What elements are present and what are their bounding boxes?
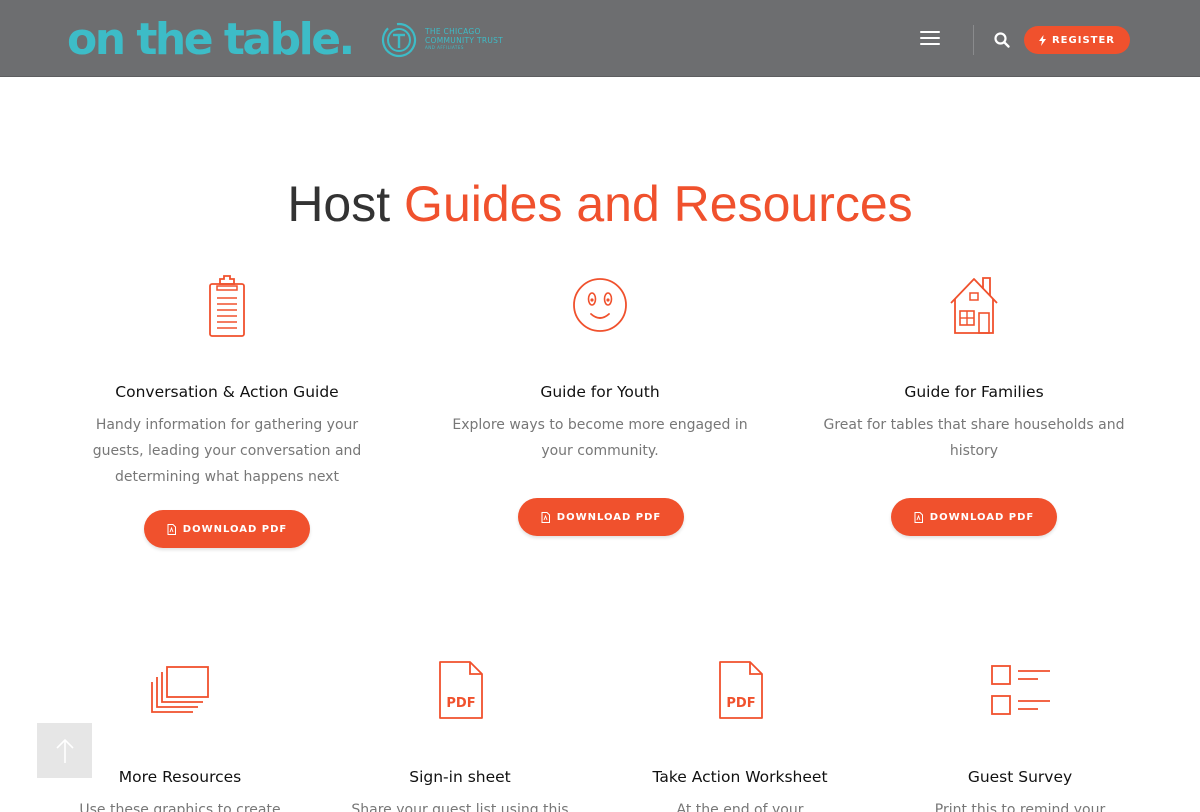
download-pdf-button[interactable]: DOWNLOAD PDF — [891, 498, 1057, 536]
back-to-top-button[interactable] — [37, 723, 92, 778]
trust-line-1: THE CHICAGO — [425, 27, 481, 36]
logo-text: on the table — [67, 14, 341, 65]
page-title-accent: Guides and Resources — [404, 176, 913, 232]
file-pdf-icon — [167, 523, 176, 535]
checklist-icon — [991, 665, 1050, 715]
register-label: REGISTER — [1051, 34, 1115, 46]
download-pdf-button[interactable]: DOWNLOAD PDF — [518, 498, 684, 536]
resource-title: Sign-in sheet — [409, 768, 511, 786]
smiley-icon — [573, 278, 627, 332]
resource-desc: Print this to remind your — [934, 802, 1106, 812]
guide-desc: Great for tables that share households a… — [823, 417, 1125, 459]
trust-line-2: COMMUNITY TRUST — [425, 36, 504, 45]
bolt-icon — [1038, 34, 1046, 46]
guide-title: Conversation & Action Guide — [115, 383, 339, 401]
pdf-file-icon: PDF — [439, 661, 483, 719]
download-pdf-button[interactable]: DOWNLOAD PDF — [144, 510, 310, 548]
guide-card-conversation — [77, 270, 377, 338]
site-logo[interactable]: on the table. — [67, 12, 356, 68]
hamburger-icon[interactable] — [920, 31, 940, 49]
trust-line-3: AND AFFILIATES — [425, 45, 464, 50]
resource-title: Guest Survey — [967, 768, 1073, 786]
resource-desc: At the end of your — [676, 802, 804, 812]
pdf-file-icon: PDF — [719, 661, 763, 719]
clipboard-icon — [209, 275, 245, 337]
page-title: Host Guides and Resources — [0, 175, 1200, 233]
stacked-images-icon — [151, 666, 209, 713]
pdf-icon-label: PDF — [446, 696, 475, 711]
resource-title: Take Action Worksheet — [652, 768, 828, 786]
guide-title: Guide for Families — [904, 383, 1044, 401]
guide-desc: Handy information for gathering your gue… — [92, 417, 362, 485]
house-icon — [950, 277, 998, 334]
file-pdf-icon — [914, 511, 923, 523]
guide-title: Guide for Youth — [540, 383, 660, 401]
resource-desc: Share your guest list using this — [351, 802, 569, 812]
page-title-plain: Host — [287, 176, 391, 232]
trust-logo[interactable]: THE CHICAGO COMMUNITY TRUST AND AFFILIAT… — [380, 21, 510, 61]
resource-title: More Resources — [118, 768, 242, 786]
logo-dot: . — [338, 14, 356, 65]
trust-t-icon — [381, 22, 417, 58]
header-divider — [973, 25, 974, 55]
search-icon[interactable] — [993, 31, 1011, 49]
file-pdf-icon — [541, 511, 550, 523]
site-header: on the table. THE CHICAGO COMMUNITY TRUS… — [0, 0, 1200, 77]
arrow-up-icon — [55, 738, 74, 763]
resource-desc: Use these graphics to create — [79, 802, 281, 812]
register-button[interactable]: REGISTER — [1024, 26, 1130, 54]
pdf-icon-label: PDF — [726, 696, 755, 711]
guide-desc: Explore ways to become more engaged in y… — [452, 417, 748, 459]
